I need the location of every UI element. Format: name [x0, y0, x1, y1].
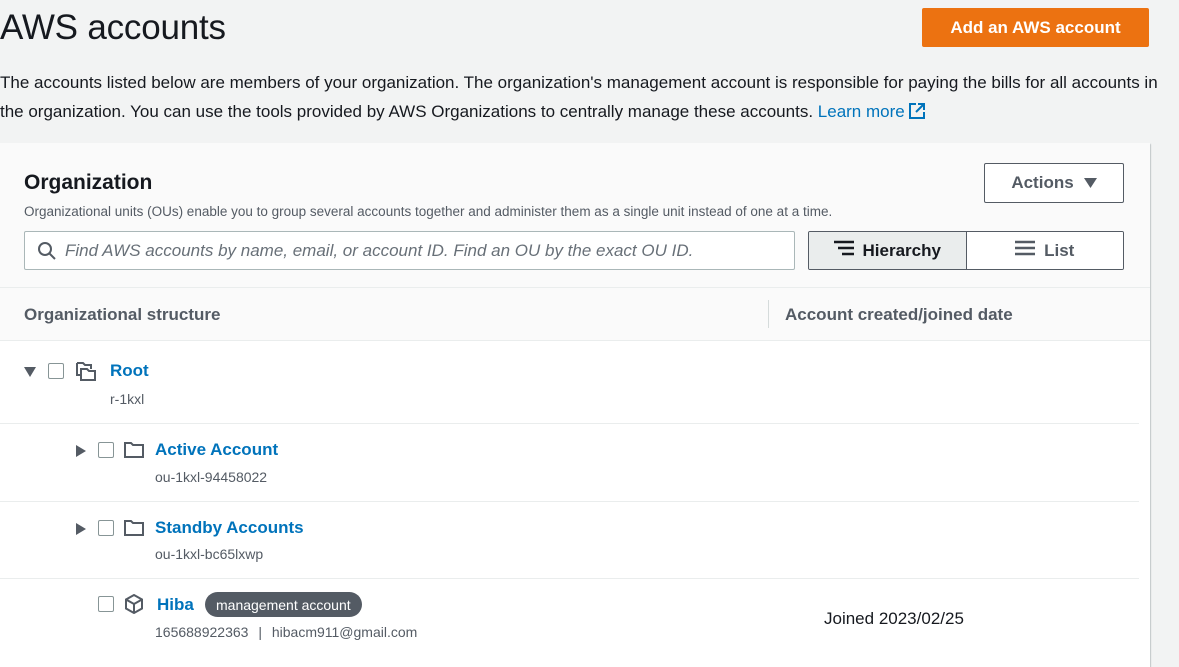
organization-title: Organization: [24, 171, 153, 194]
account-email: hibacm911@gmail.com: [271, 624, 418, 640]
search-input[interactable]: [65, 240, 794, 261]
management-account-badge: management account: [205, 592, 362, 617]
column-header-joined-date: Account created/joined date: [785, 305, 1013, 324]
table-header: Organizational structure Account created…: [0, 288, 1150, 341]
intro-text: The accounts listed below are members of…: [0, 68, 1170, 129]
external-link-icon: [908, 100, 926, 129]
column-divider: [768, 300, 769, 328]
actions-label: Actions: [1011, 173, 1074, 192]
hierarchy-view-button[interactable]: Hierarchy: [809, 232, 967, 269]
row-divider: [0, 578, 1139, 579]
account-checkbox[interactable]: [98, 596, 114, 612]
organization-panel: Organization Organizational units (OUs) …: [0, 143, 1150, 667]
row-divider: [0, 501, 1139, 502]
list-icon: [1015, 240, 1036, 261]
add-aws-account-button[interactable]: Add an AWS account: [922, 8, 1149, 47]
ou-checkbox[interactable]: [98, 442, 114, 458]
list-view-button[interactable]: List: [966, 232, 1123, 269]
intro-description: The accounts listed below are members of…: [0, 73, 1158, 121]
search-box[interactable]: [24, 231, 795, 270]
ou-id: ou-1kxl-94458022: [155, 469, 268, 485]
caret-right-icon[interactable]: [75, 444, 87, 457]
hierarchy-icon: [833, 240, 854, 261]
account-details: 165688922363 | hibacm911@gmail.com: [155, 624, 417, 640]
caret-down-icon: [1083, 173, 1097, 193]
account-separator: |: [258, 624, 262, 640]
root-link[interactable]: Root: [110, 361, 149, 381]
view-toggle: Hierarchy List: [808, 231, 1124, 270]
ou-link[interactable]: Standby Accounts: [155, 518, 304, 538]
caret-right-icon[interactable]: [75, 522, 87, 535]
ou-id: ou-1kxl-bc65lxwp: [155, 546, 264, 562]
list-label: List: [1044, 240, 1075, 260]
caret-down-icon[interactable]: [24, 365, 36, 377]
organization-header: Organization Organizational units (OUs) …: [0, 143, 1150, 288]
root-id: r-1kxl: [110, 391, 145, 407]
column-header-structure: Organizational structure: [24, 305, 221, 324]
account-joined-date: Joined 2023/02/25: [824, 609, 964, 628]
organization-description: Organizational units (OUs) enable you to…: [24, 204, 833, 219]
account-id: 165688922363: [155, 624, 249, 640]
actions-button[interactable]: Actions: [984, 163, 1124, 203]
learn-more-link[interactable]: Learn more: [818, 102, 926, 121]
ou-checkbox[interactable]: [98, 520, 114, 536]
account-link[interactable]: Hiba: [157, 595, 194, 615]
ou-link[interactable]: Active Account: [155, 440, 278, 460]
folder-icon: [124, 519, 144, 542]
root-checkbox[interactable]: [48, 363, 64, 379]
learn-more-label: Learn more: [817, 102, 905, 121]
root-icon: [75, 360, 97, 387]
hierarchy-label: Hierarchy: [862, 240, 941, 260]
account-box-icon: [124, 593, 144, 619]
search-icon: [37, 241, 57, 261]
row-divider: [0, 423, 1139, 424]
folder-icon: [124, 441, 144, 464]
page-title: AWS accounts: [0, 8, 226, 47]
